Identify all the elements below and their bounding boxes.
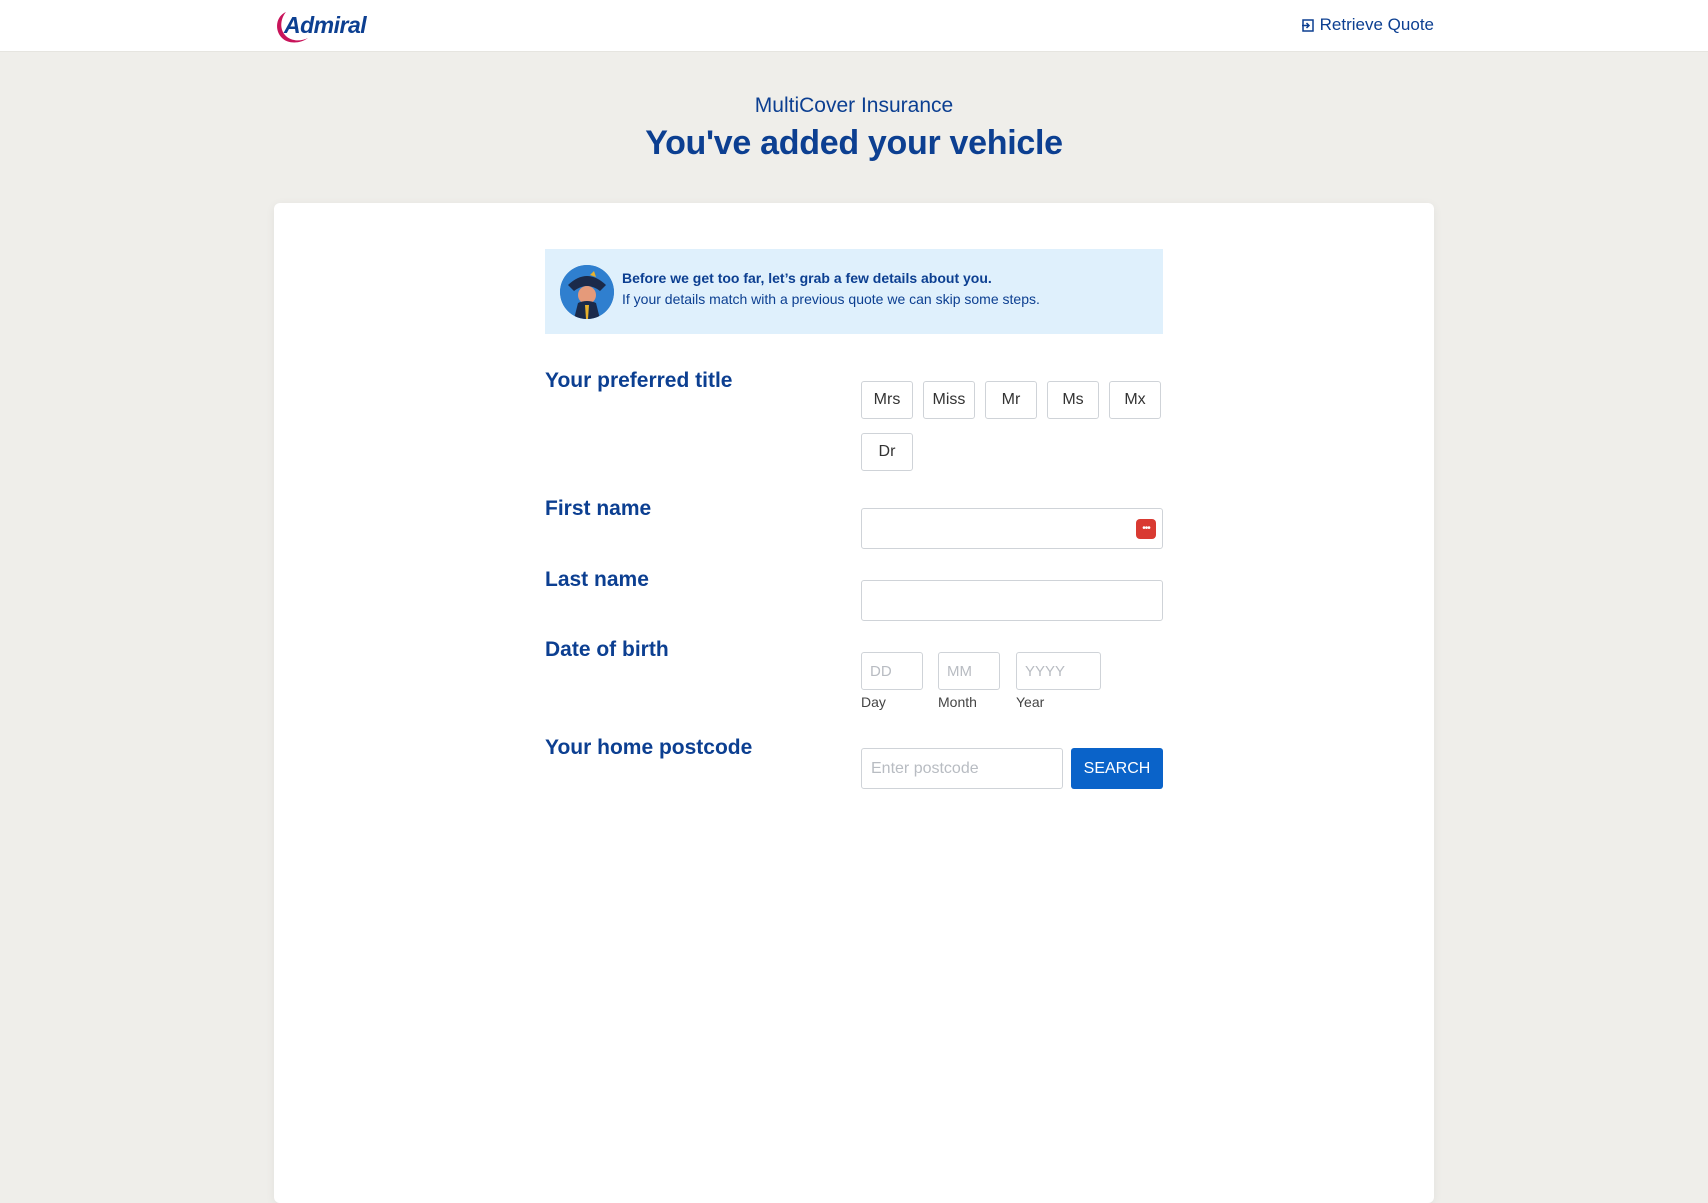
dob-month-caption: Month — [938, 694, 977, 710]
info-heading: Before we get too far, let’s grab a few … — [622, 270, 992, 286]
title-option-ms[interactable]: Ms — [1047, 381, 1099, 419]
login-arrow-icon — [1301, 18, 1314, 32]
admiral-logo[interactable]: Admiral — [272, 8, 367, 44]
title-label: Your preferred title — [545, 369, 733, 392]
form-card: Before we get too far, let’s grab a few … — [274, 203, 1434, 1203]
page-title: You've added your vehicle — [645, 124, 1063, 162]
dob-label: Date of birth — [545, 638, 669, 661]
dob-month-input[interactable] — [938, 652, 1000, 690]
postcode-input[interactable] — [861, 748, 1063, 789]
hero: MultiCover Insurance You've added your v… — [0, 94, 1708, 163]
last-name-input[interactable] — [861, 580, 1163, 621]
dob-day-input[interactable] — [861, 652, 923, 690]
retrieve-quote-link[interactable]: Retrieve Quote — [1301, 15, 1434, 35]
title-option-mx[interactable]: Mx — [1109, 381, 1161, 419]
page-subtitle: MultiCover Insurance — [754, 94, 954, 117]
title-option-dr[interactable]: Dr — [861, 433, 913, 471]
title-option-mr[interactable]: Mr — [985, 381, 1037, 419]
retrieve-quote-label: Retrieve Quote — [1319, 15, 1434, 34]
dob-day-caption: Day — [861, 694, 886, 710]
logo-text: Admiral — [284, 11, 367, 38]
title-option-miss[interactable]: Miss — [923, 381, 975, 419]
info-banner: Before we get too far, let’s grab a few … — [545, 249, 1163, 334]
info-body: If your details match with a previous qu… — [622, 291, 1040, 307]
postcode-search-button[interactable]: SEARCH — [1071, 748, 1163, 789]
last-name-label: Last name — [545, 568, 649, 591]
postcode-label: Your home postcode — [545, 736, 753, 759]
first-name-input[interactable] — [861, 508, 1163, 549]
mascot-icon — [560, 264, 614, 319]
dob-year-input[interactable] — [1016, 652, 1101, 690]
top-bar: Admiral Retrieve Quote — [0, 0, 1708, 52]
first-name-label: First name — [545, 497, 652, 520]
dob-year-caption: Year — [1016, 694, 1045, 710]
admiral-mascot-avatar — [560, 264, 614, 319]
password-manager-icon[interactable]: ••• — [1136, 519, 1156, 539]
title-option-mrs[interactable]: Mrs — [861, 381, 913, 419]
